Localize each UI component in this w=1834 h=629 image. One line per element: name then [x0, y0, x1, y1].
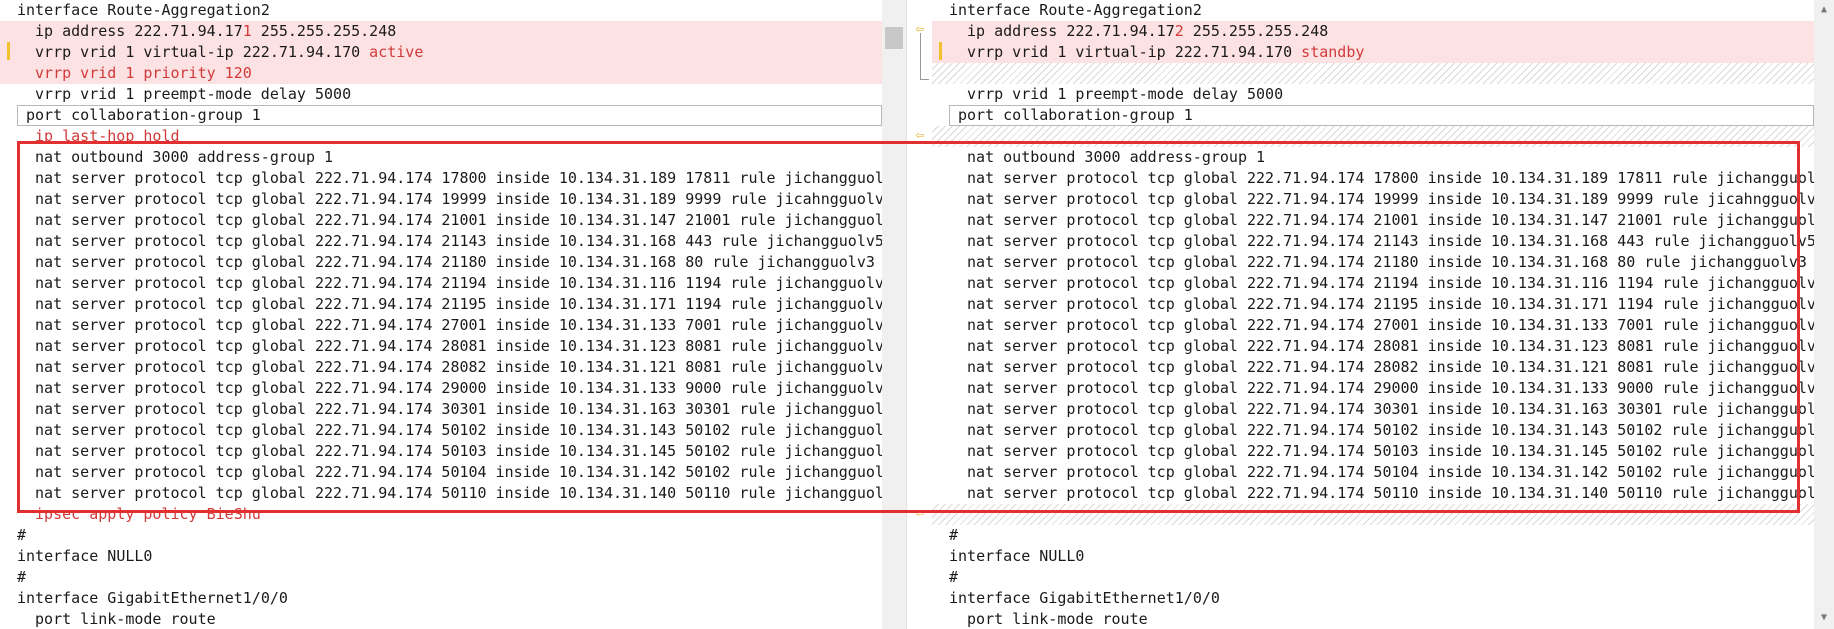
code-line-removed: ip last-hop hold — [26, 127, 180, 145]
left-scrollbar-thumb[interactable] — [885, 27, 903, 49]
code-line: nat server protocol tcp global 222.71.94… — [958, 190, 1814, 208]
change-marker — [939, 42, 942, 60]
diff-connector — [920, 79, 929, 80]
code-text: vrrp vrid 1 virtual-ip 222.71.94.170 — [26, 43, 370, 61]
left-scrollbar[interactable] — [882, 0, 906, 629]
code-line: nat server protocol tcp global 222.71.94… — [958, 169, 1814, 187]
code-line: nat server protocol tcp global 222.71.94… — [958, 274, 1814, 292]
code-line: nat server protocol tcp global 222.71.94… — [26, 232, 882, 250]
code-line: nat server protocol tcp global 222.71.94… — [26, 442, 882, 460]
vrrp-state: active — [369, 43, 424, 61]
code-line: nat server protocol tcp global 222.71.94… — [958, 232, 1814, 250]
code-line: nat server protocol tcp global 222.71.94… — [26, 379, 882, 397]
code-line: nat server protocol tcp global 222.71.94… — [26, 316, 882, 334]
code-line: nat server protocol tcp global 222.71.94… — [958, 421, 1814, 439]
code-line: # — [17, 568, 27, 586]
code-line-boxed: port collaboration-group 1 — [17, 105, 882, 126]
code-line: interface GigabitEthernet1/0/0 — [17, 589, 288, 607]
code-line: port link-mode route — [26, 610, 216, 628]
code-line: nat server protocol tcp global 222.71.94… — [958, 442, 1814, 460]
code-line: interface NULL0 — [17, 547, 153, 565]
code-line: # — [949, 568, 959, 586]
code-line: nat server protocol tcp global 222.71.94… — [958, 211, 1814, 229]
code-line-diff: ip address 222.71.94.171 255.255.255.248 — [0, 21, 882, 42]
code-line: nat server protocol tcp global 222.71.94… — [958, 379, 1814, 397]
code-line: nat outbound 3000 address-group 1 — [26, 148, 334, 166]
code-line: vrrp vrid 1 preempt-mode delay 5000 — [26, 85, 352, 103]
diff-char: 1 — [242, 22, 252, 40]
change-marker — [7, 42, 10, 60]
code-line: nat server protocol tcp global 222.71.94… — [958, 337, 1814, 355]
code-text: vrrp vrid 1 virtual-ip 222.71.94.170 — [958, 43, 1302, 61]
copy-left-arrow-icon[interactable]: ⇦ — [911, 506, 929, 520]
diff-connector — [920, 33, 921, 79]
left-text-pane[interactable]: interface Route-Aggregation2 ip address … — [0, 0, 882, 629]
code-line-missing — [932, 126, 1814, 147]
code-text: ip address 222.71.94.17 — [958, 22, 1175, 40]
code-line-missing — [932, 63, 1814, 84]
code-line-diff: ip address 222.71.94.172 255.255.255.248 — [932, 21, 1814, 42]
code-line: nat server protocol tcp global 222.71.94… — [26, 274, 882, 292]
code-line: nat server protocol tcp global 222.71.94… — [958, 358, 1814, 376]
code-line: port link-mode route — [958, 610, 1148, 628]
code-line: nat server protocol tcp global 222.71.94… — [958, 253, 1814, 271]
code-text: 255.255.255.248 — [1183, 22, 1329, 40]
code-line: nat server protocol tcp global 222.71.94… — [26, 295, 882, 313]
code-line: nat server protocol tcp global 222.71.94… — [958, 463, 1814, 481]
code-line: interface GigabitEthernet1/0/0 — [949, 589, 1220, 607]
code-line: nat server protocol tcp global 222.71.94… — [958, 316, 1814, 334]
code-line: nat server protocol tcp global 222.71.94… — [26, 358, 882, 376]
code-line-diff: vrrp vrid 1 virtual-ip 222.71.94.170 sta… — [932, 42, 1814, 63]
code-line-removed: vrrp vrid 1 priority 120 — [0, 63, 882, 84]
code-line-boxed: port collaboration-group 1 — [949, 105, 1814, 126]
code-line: nat server protocol tcp global 222.71.94… — [26, 421, 882, 439]
code-line: nat server protocol tcp global 222.71.94… — [958, 484, 1814, 502]
right-text-pane[interactable]: interface Route-Aggregation2 ip address … — [932, 0, 1814, 629]
code-line-missing — [932, 504, 1814, 525]
code-line: nat server protocol tcp global 222.71.94… — [958, 400, 1814, 418]
code-line-diff: vrrp vrid 1 virtual-ip 222.71.94.170 act… — [0, 42, 882, 63]
copy-left-arrow-icon[interactable]: ⇦ — [911, 128, 929, 142]
code-line: interface Route-Aggregation2 — [17, 1, 270, 19]
scroll-down-icon[interactable]: ▼ — [1818, 612, 1830, 624]
vrrp-state: standby — [1301, 43, 1365, 61]
code-line: nat server protocol tcp global 222.71.94… — [26, 211, 882, 229]
code-line: nat server protocol tcp global 222.71.94… — [958, 295, 1814, 313]
code-line: vrrp vrid 1 preempt-mode delay 5000 — [958, 85, 1284, 103]
code-line: nat server protocol tcp global 222.71.94… — [26, 400, 882, 418]
diff-gutter: ⇦ ⇦ ⇦ — [906, 0, 933, 629]
diff-char: 2 — [1174, 22, 1184, 40]
code-line: # — [17, 526, 27, 544]
code-line: interface Route-Aggregation2 — [949, 1, 1202, 19]
code-line-removed: ipsec apply policy BieShu — [26, 505, 261, 523]
code-line: nat server protocol tcp global 222.71.94… — [26, 190, 882, 208]
code-line: nat server protocol tcp global 222.71.94… — [26, 337, 882, 355]
right-scrollbar[interactable]: ▲ ▼ — [1814, 0, 1834, 629]
scroll-up-icon[interactable]: ▲ — [1818, 4, 1830, 16]
code-line: interface NULL0 — [949, 547, 1085, 565]
code-line: nat server protocol tcp global 222.71.94… — [26, 484, 882, 502]
code-line: nat server protocol tcp global 222.71.94… — [26, 463, 882, 481]
code-text: 255.255.255.248 — [251, 22, 397, 40]
code-text: ip address 222.71.94.17 — [26, 22, 243, 40]
code-line: nat server protocol tcp global 222.71.94… — [26, 169, 882, 187]
code-line: # — [949, 526, 959, 544]
code-line: nat server protocol tcp global 222.71.94… — [26, 253, 882, 271]
code-line: nat outbound 3000 address-group 1 — [958, 148, 1266, 166]
